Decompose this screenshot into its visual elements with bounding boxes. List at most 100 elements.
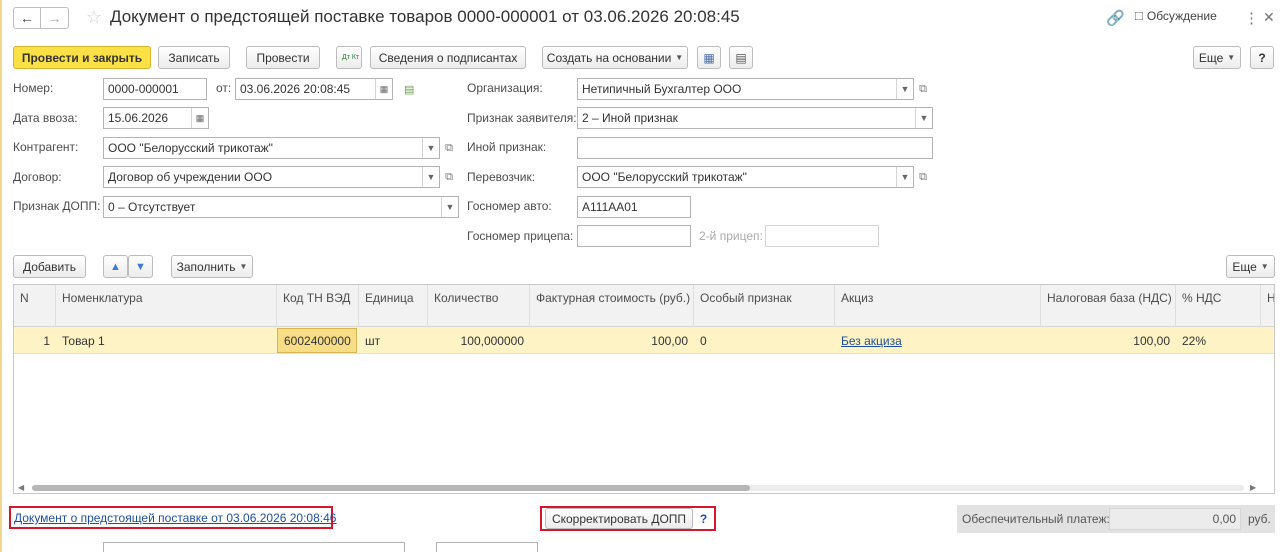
import-date-value: 15.06.2026 bbox=[108, 111, 169, 125]
other-sign-input[interactable] bbox=[577, 137, 933, 159]
add-row-button[interactable]: Добавить bbox=[13, 255, 86, 278]
organization-field[interactable]: Нетипичный Бухгалтер ООО ▼ bbox=[577, 78, 914, 100]
dropdown-arrow-icon[interactable]: ▼ bbox=[422, 167, 439, 187]
column-header[interactable]: Единица bbox=[359, 285, 428, 327]
page-title: Документ о предстоящей поставке товаров … bbox=[110, 7, 740, 26]
create-based-on-button[interactable]: Создать на основании ▼ bbox=[542, 46, 688, 69]
arrow-down-icon: ▼ bbox=[135, 260, 146, 273]
column-header[interactable]: % НДС bbox=[1176, 285, 1261, 327]
chat-icon: □ bbox=[1135, 8, 1143, 23]
related-document-link[interactable]: Документ о предстоящей поставке от 03.06… bbox=[14, 511, 336, 525]
close-icon[interactable]: ✕ bbox=[1263, 9, 1275, 26]
column-header[interactable]: Количество bbox=[428, 285, 530, 327]
security-payment-field: 0,00 bbox=[1109, 508, 1241, 530]
table-row[interactable]: 1 Товар 1 6002400000 шт 100,000000 100,0… bbox=[14, 327, 1274, 354]
column-header[interactable]: Налоговая база (НДС) bbox=[1041, 285, 1176, 327]
correct-help-button[interactable]: ? bbox=[695, 509, 712, 528]
quantity-cell[interactable]: 100,000000 bbox=[428, 327, 530, 354]
signers-info-button[interactable]: Сведения о подписантах bbox=[370, 46, 526, 69]
more-vertical-icon[interactable]: ⋮ bbox=[1244, 9, 1259, 27]
calendar-icon[interactable]: ▦ bbox=[191, 108, 208, 128]
carrier-field[interactable]: ООО "Белорусский трикотаж" ▼ bbox=[577, 166, 914, 188]
dropdown-arrow-icon[interactable]: ▼ bbox=[422, 138, 439, 158]
document-date-value: 03.06.2026 20:08:45 bbox=[240, 82, 351, 96]
trailer-plate-input[interactable] bbox=[577, 225, 691, 247]
arrow-up-icon: ▲ bbox=[110, 260, 121, 273]
import-date-field[interactable]: 15.06.2026 ▦ bbox=[103, 107, 209, 129]
contract-field[interactable]: Договор об учреждении ООО ▼ bbox=[103, 166, 440, 188]
open-icon[interactable]: ⧉ bbox=[915, 78, 931, 100]
scroll-right-icon[interactable]: ▶ bbox=[1250, 483, 1256, 492]
column-header[interactable]: Н bbox=[1261, 285, 1274, 327]
number-field[interactable]: 0000-000001 bbox=[103, 78, 207, 100]
organization-value: Нетипичный Бухгалтер ООО bbox=[582, 82, 742, 96]
link-icon[interactable]: 🔗 bbox=[1106, 9, 1125, 27]
post-button[interactable]: Провести bbox=[246, 46, 320, 69]
dropdown-arrow-icon[interactable]: ▼ bbox=[896, 79, 913, 99]
item-cell[interactable]: Товар 1 bbox=[56, 327, 277, 354]
unit-cell[interactable]: шт bbox=[359, 327, 428, 354]
column-header[interactable]: Особый признак bbox=[694, 285, 835, 327]
forward-button[interactable]: → bbox=[41, 7, 69, 29]
column-header[interactable]: Код ТН ВЭД bbox=[277, 285, 359, 327]
excise-link[interactable]: Без акциза bbox=[841, 334, 902, 348]
post-and-close-button[interactable]: Провести и закрыть bbox=[13, 46, 151, 69]
structure-button[interactable]: ▦ bbox=[697, 46, 721, 69]
correct-dopp-button[interactable]: Скорректировать ДОПП bbox=[545, 508, 693, 529]
move-up-button[interactable]: ▲ bbox=[103, 255, 128, 278]
carrier-label: Перевозчик: bbox=[467, 170, 536, 184]
dopp-select[interactable]: 0 – Отсутствует ▼ bbox=[103, 196, 459, 218]
open-icon[interactable]: ⧉ bbox=[441, 137, 457, 159]
dropdown-arrow-icon: ▼ bbox=[239, 262, 248, 271]
trailer2-input[interactable] bbox=[765, 225, 879, 247]
dropdown-arrow-icon[interactable]: ▼ bbox=[441, 197, 458, 217]
horizontal-scrollbar[interactable]: ◀ ▶ bbox=[18, 483, 1258, 492]
post-status-icon: ▤ bbox=[404, 84, 415, 96]
contract-value: Договор об учреждении ООО bbox=[108, 170, 273, 184]
column-header[interactable]: Акциз bbox=[835, 285, 1041, 327]
column-header[interactable]: N bbox=[14, 285, 56, 327]
scroll-left-icon[interactable]: ◀ bbox=[18, 483, 24, 492]
dropdown-arrow-icon[interactable]: ▼ bbox=[896, 167, 913, 187]
bottom-field-edge bbox=[103, 542, 405, 552]
applicant-value: 2 – Иной признак bbox=[582, 111, 678, 125]
help-button[interactable]: ? bbox=[1250, 46, 1274, 69]
column-header[interactable]: Фактурная стоимость (руб.) bbox=[530, 285, 694, 327]
invoice-cost-cell[interactable]: 100,00 bbox=[530, 327, 694, 354]
dropdown-arrow-icon[interactable]: ▼ bbox=[915, 108, 932, 128]
vat-cell[interactable]: 22% bbox=[1176, 327, 1261, 354]
number-value: 0000-000001 bbox=[108, 82, 179, 96]
report-button[interactable]: ▤ bbox=[729, 46, 753, 69]
counterparty-field[interactable]: ООО "Белорусский трикотаж" ▼ bbox=[103, 137, 440, 159]
tax-base-cell[interactable]: 100,00 bbox=[1041, 327, 1176, 354]
auto-plate-input[interactable]: А111АА01 bbox=[577, 196, 691, 218]
move-down-button[interactable]: ▼ bbox=[128, 255, 153, 278]
dopp-label: Признак ДОПП: bbox=[13, 199, 101, 213]
excise-cell[interactable]: Без акциза bbox=[835, 327, 1041, 354]
goods-table[interactable]: N Номенклатура Код ТН ВЭД Единица Количе… bbox=[13, 284, 1275, 494]
special-sign-cell[interactable]: 0 bbox=[694, 327, 835, 354]
open-icon[interactable]: ⧉ bbox=[441, 166, 457, 188]
table-more-button[interactable]: Еще ▼ bbox=[1226, 255, 1275, 278]
discussion-button[interactable]: □ Обсуждение bbox=[1135, 8, 1217, 23]
more-label: Еще bbox=[1198, 50, 1224, 65]
document-date-field[interactable]: 03.06.2026 20:08:45 ▦ bbox=[235, 78, 393, 100]
calendar-icon[interactable]: ▦ bbox=[375, 79, 392, 99]
applicant-select[interactable]: 2 – Иной признак ▼ bbox=[577, 107, 933, 129]
import-date-label: Дата ввоза: bbox=[13, 111, 78, 125]
security-payment-value: 0,00 bbox=[1212, 512, 1236, 526]
arrow-right-icon: → bbox=[47, 10, 62, 26]
open-icon[interactable]: ⧉ bbox=[915, 166, 931, 188]
dropdown-arrow-icon: ▼ bbox=[1227, 53, 1236, 62]
dopp-value: 0 – Отсутствует bbox=[108, 200, 196, 214]
column-header[interactable]: Номенклатура bbox=[56, 285, 277, 327]
fill-button[interactable]: Заполнить ▼ bbox=[171, 255, 253, 278]
scroll-thumb[interactable] bbox=[32, 485, 750, 491]
more-button[interactable]: Еще ▼ bbox=[1193, 46, 1241, 69]
code-cell[interactable]: 6002400000 bbox=[277, 328, 357, 353]
dt-kt-button[interactable]: Дт Кт bbox=[336, 46, 362, 69]
save-button[interactable]: Записать bbox=[158, 46, 230, 69]
favorite-star-icon[interactable]: ☆ bbox=[86, 7, 102, 28]
back-button[interactable]: ← bbox=[13, 7, 41, 29]
carrier-value: ООО "Белорусский трикотаж" bbox=[582, 170, 747, 184]
